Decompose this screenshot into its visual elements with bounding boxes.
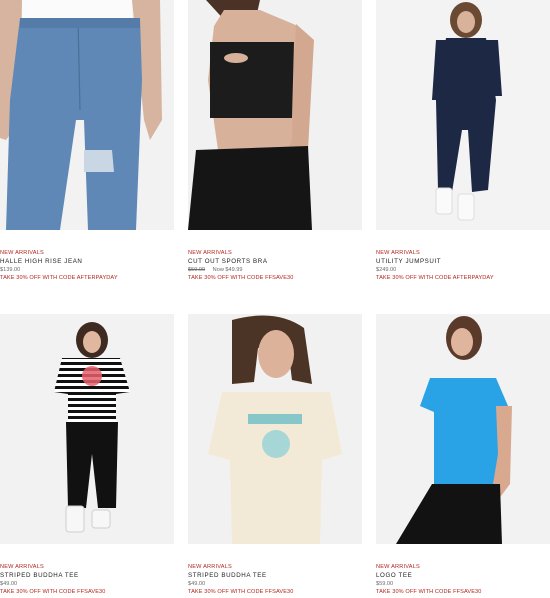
product-promo: TAKE 30% OFF WITH CODE FFSAVE30	[188, 275, 294, 281]
product-name[interactable]: UTILITY JUMPSUIT	[376, 258, 550, 268]
product-grid: NEW ARRIVALS HALLE HIGH RISE JEAN $139.0…	[0, 0, 550, 597]
product-image[interactable]	[188, 0, 362, 230]
product-card[interactable]: NEW ARRIVALS LOGO TEE $59.00 TAKE 30% OF…	[376, 314, 550, 598]
product-promo: TAKE 30% OFF WITH CODE AFTERPAYDAY	[0, 275, 118, 281]
product-info: NEW ARRIVALS HALLE HIGH RISE JEAN $139.0…	[0, 230, 174, 284]
original-price: $59.00	[188, 267, 206, 273]
product-promo: TAKE 30% OFF WITH CODE AFTERPAYDAY	[376, 275, 494, 281]
product-card[interactable]: NEW ARRIVALS UTILITY JUMPSUIT $249.00 TA…	[376, 0, 550, 284]
sale-price: Now $49.99	[212, 267, 243, 273]
product-card[interactable]: NEW ARRIVALS HALLE HIGH RISE JEAN $139.0…	[0, 0, 174, 284]
product-info: NEW ARRIVALS UTILITY JUMPSUIT $249.00 TA…	[376, 230, 550, 284]
product-card[interactable]: NEW ARRIVALS STRIPED BUDDHA TEE $49.00 T…	[0, 314, 174, 598]
product-name[interactable]: STRIPED BUDDHA TEE	[188, 572, 362, 582]
product-image[interactable]	[376, 0, 550, 230]
product-info: NEW ARRIVALS CUT OUT SPORTS BRA $59.00 N…	[188, 230, 362, 284]
product-image[interactable]	[376, 314, 550, 544]
product-card[interactable]: NEW ARRIVALS STRIPED BUDDHA TEE $49.00 T…	[188, 314, 362, 598]
product-image[interactable]	[0, 0, 174, 230]
product-name[interactable]: HALLE HIGH RISE JEAN	[0, 258, 174, 268]
product-info: NEW ARRIVALS STRIPED BUDDHA TEE $49.00 T…	[188, 544, 362, 598]
product-image[interactable]	[188, 314, 362, 544]
product-info: NEW ARRIVALS STRIPED BUDDHA TEE $49.00 T…	[0, 544, 174, 598]
product-name[interactable]: LOGO TEE	[376, 572, 550, 582]
product-card[interactable]: NEW ARRIVALS CUT OUT SPORTS BRA $59.00 N…	[188, 0, 362, 284]
product-image[interactable]	[0, 314, 174, 544]
product-name[interactable]: STRIPED BUDDHA TEE	[0, 572, 174, 582]
product-info: NEW ARRIVALS LOGO TEE $59.00 TAKE 30% OF…	[376, 544, 550, 598]
